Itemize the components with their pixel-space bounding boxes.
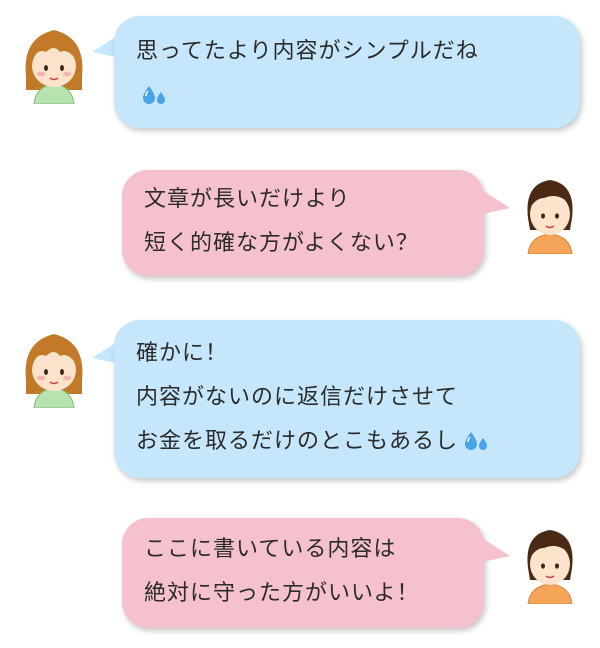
message-line: 思ってたより内容がシンプルだね (136, 39, 479, 64)
sweat-drops-icon (143, 86, 165, 104)
message-line: 絶対に守った方がいいよ！ (144, 581, 420, 606)
girl-avatar (25, 334, 83, 408)
message-line: 文章が長いだけより (144, 187, 351, 212)
message-line: 内容がないのに返信だけさせて (136, 385, 459, 410)
bubble-tail (482, 190, 510, 214)
message-bubble-1: 思ってたより内容がシンプルだね (114, 16, 580, 128)
girl-avatar (25, 30, 83, 104)
message-bubble-4: ここに書いている内容は 絶対に守った方がいいよ！ (122, 518, 484, 628)
message-bubble-3: 確かに！ 内容がないのに返信だけさせて お金を取るだけのとこもあるし (114, 320, 580, 478)
message-line: お金を取るだけのとこもあるし (136, 429, 459, 454)
sweat-drops-icon (465, 432, 488, 450)
message-line: ここに書いている内容は (144, 537, 397, 562)
woman-avatar (527, 530, 573, 604)
message-bubble-2: 文章が長いだけより 短く的確な方がよくない？ (122, 170, 484, 276)
woman-avatar (527, 180, 573, 254)
bubble-tail (482, 538, 510, 562)
message-line: 確かに！ (136, 341, 229, 366)
message-line: 短く的確な方がよくない？ (144, 231, 419, 256)
